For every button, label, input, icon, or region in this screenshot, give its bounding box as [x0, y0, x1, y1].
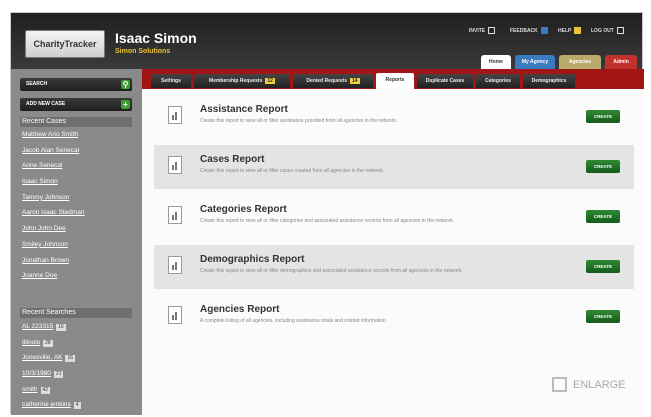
- tab-settings[interactable]: Settings: [151, 74, 191, 88]
- search-button[interactable]: SEARCH ⚲: [20, 78, 132, 91]
- tab-home[interactable]: Home: [481, 55, 511, 69]
- app-window: CharityTracker Isaac Simon Simon Solutio…: [10, 12, 644, 415]
- recent-cases-heading: Recent Cases: [20, 117, 132, 127]
- tab-duplicate-cases[interactable]: Duplicate Cases: [417, 74, 473, 88]
- recent-search-link[interactable]: smith: [22, 386, 38, 393]
- recent-case-link[interactable]: Jonathan Brown: [20, 253, 132, 269]
- reports-panel: Assistance Report Create this report to …: [142, 89, 644, 415]
- recent-search-item[interactable]: 10/3/1980 21: [20, 366, 132, 382]
- tab-reports[interactable]: Reports: [376, 73, 414, 89]
- recent-search-item[interactable]: Illinois 28: [20, 335, 132, 351]
- recent-case-link[interactable]: Tammy Johnson: [20, 190, 132, 206]
- invite-icon: [488, 27, 496, 34]
- count-badge: 14: [350, 78, 360, 84]
- recent-case-link[interactable]: Jacob Alan Senecal: [20, 143, 132, 159]
- help-icon: [574, 27, 582, 34]
- report-row: Cases Report Create this report to view …: [154, 145, 634, 189]
- tab-admin[interactable]: Admin: [605, 55, 637, 69]
- recent-search-link[interactable]: AL 223315: [22, 323, 53, 330]
- admin-tab-bar: Settings Membership Requests 12 Denied Re…: [142, 69, 644, 89]
- recent-case-link[interactable]: Smiley Johnson: [20, 237, 132, 253]
- sidebar: SEARCH ⚲ ADD NEW CASE + Recent Cases Mat…: [11, 69, 142, 415]
- recent-searches-heading: Recent Searches: [20, 308, 132, 318]
- feedback-link[interactable]: FEEDBACK: [510, 27, 548, 34]
- report-title: Cases Report: [200, 154, 265, 165]
- tab-agencies[interactable]: Agencies: [559, 55, 601, 69]
- search-count-badge: 4: [73, 402, 81, 410]
- plus-icon[interactable]: +: [121, 100, 130, 109]
- tab-demographics[interactable]: Demographics: [523, 74, 575, 88]
- report-description: Create this report to view all or filter…: [200, 118, 398, 124]
- report-document-icon: [168, 206, 182, 224]
- recent-case-link[interactable]: Joanne Doe: [20, 268, 132, 284]
- report-title: Agencies Report: [200, 304, 280, 315]
- tab-membership-requests[interactable]: Membership Requests 12: [194, 74, 290, 88]
- recent-cases-list: Matthew Ario Smith Jacob Alan Senecal An…: [20, 127, 132, 284]
- enlarge-icon: [552, 377, 567, 392]
- create-report-button[interactable]: CREATE: [586, 310, 620, 323]
- count-badge: 12: [265, 78, 275, 84]
- recent-search-item[interactable]: smith 42: [20, 382, 132, 398]
- logout-link[interactable]: LOG OUT: [591, 27, 624, 34]
- create-report-button[interactable]: CREATE: [586, 260, 620, 273]
- report-document-icon: [168, 106, 182, 124]
- logo[interactable]: CharityTracker: [25, 30, 105, 58]
- recent-search-link[interactable]: Jonesville, AK: [22, 354, 62, 361]
- recent-search-item[interactable]: Jonesville, AK 16: [20, 350, 132, 366]
- search-count-badge: 16: [56, 324, 66, 331]
- create-report-button[interactable]: CREATE: [586, 160, 620, 173]
- report-description: Create this report to view all or filter…: [200, 168, 385, 174]
- create-report-button[interactable]: CREATE: [586, 110, 620, 123]
- search-count-badge: 28: [43, 339, 53, 347]
- recent-case-link[interactable]: John John Dee: [20, 221, 132, 237]
- report-document-icon: [168, 156, 182, 174]
- feedback-icon: [540, 27, 548, 34]
- enlarge-label: ENLARGE: [573, 378, 626, 391]
- user-name: Isaac Simon: [115, 30, 197, 46]
- search-icon[interactable]: ⚲: [121, 80, 130, 89]
- add-new-case-button[interactable]: ADD NEW CASE +: [20, 98, 132, 111]
- report-row: Agencies Report A complete listing of al…: [154, 295, 634, 339]
- recent-case-link[interactable]: Isaac Simon: [20, 174, 132, 190]
- tab-categories[interactable]: Categories: [476, 74, 520, 88]
- recent-search-item[interactable]: catherine jenkins 4: [20, 397, 132, 413]
- recent-case-link[interactable]: Anne Senecal: [20, 158, 132, 174]
- enlarge-button[interactable]: ENLARGE: [552, 377, 626, 392]
- tab-my-agency[interactable]: My Agency: [515, 55, 555, 69]
- search-count-badge: 16: [65, 355, 76, 363]
- recent-searches-list: AL 223315 16 Illinois 28 Jonesville, AK 16 …: [20, 319, 132, 413]
- report-document-icon: [168, 306, 182, 324]
- report-title: Categories Report: [200, 204, 287, 215]
- report-document-icon: [168, 256, 182, 274]
- report-row: Demographics Report Create this report t…: [154, 245, 634, 289]
- search-count-badge: 21: [53, 371, 64, 379]
- recent-search-link[interactable]: Illinois: [22, 339, 40, 346]
- recent-case-link[interactable]: Aaron Isaac Stedman: [20, 205, 132, 221]
- report-description: Create this report to view all or filter…: [200, 218, 455, 224]
- recent-search-link[interactable]: catherine jenkins: [22, 401, 71, 408]
- report-row: Assistance Report Create this report to …: [154, 95, 634, 139]
- search-count-badge: 42: [40, 386, 51, 394]
- logout-icon: [616, 27, 624, 34]
- report-description: Create this report to view all or filter…: [200, 268, 463, 274]
- report-row: Categories Report Create this report to …: [154, 195, 634, 239]
- report-title: Demographics Report: [200, 254, 305, 265]
- tab-denied-requests[interactable]: Denied Requests 14: [293, 74, 373, 88]
- recent-case-link[interactable]: Matthew Ario Smith: [20, 127, 132, 143]
- org-name: Simon Solutions: [115, 48, 171, 55]
- report-title: Assistance Report: [200, 104, 288, 115]
- recent-search-item[interactable]: AL 223315 16: [20, 319, 132, 335]
- create-report-button[interactable]: CREATE: [586, 210, 620, 223]
- invite-link[interactable]: INVITE: [469, 27, 496, 34]
- help-link[interactable]: HELP: [558, 27, 582, 34]
- header: CharityTracker Isaac Simon Simon Solutio…: [11, 13, 642, 69]
- report-description: A complete listing of all agencies, incl…: [200, 318, 388, 324]
- recent-search-link[interactable]: 10/3/1980: [22, 370, 51, 377]
